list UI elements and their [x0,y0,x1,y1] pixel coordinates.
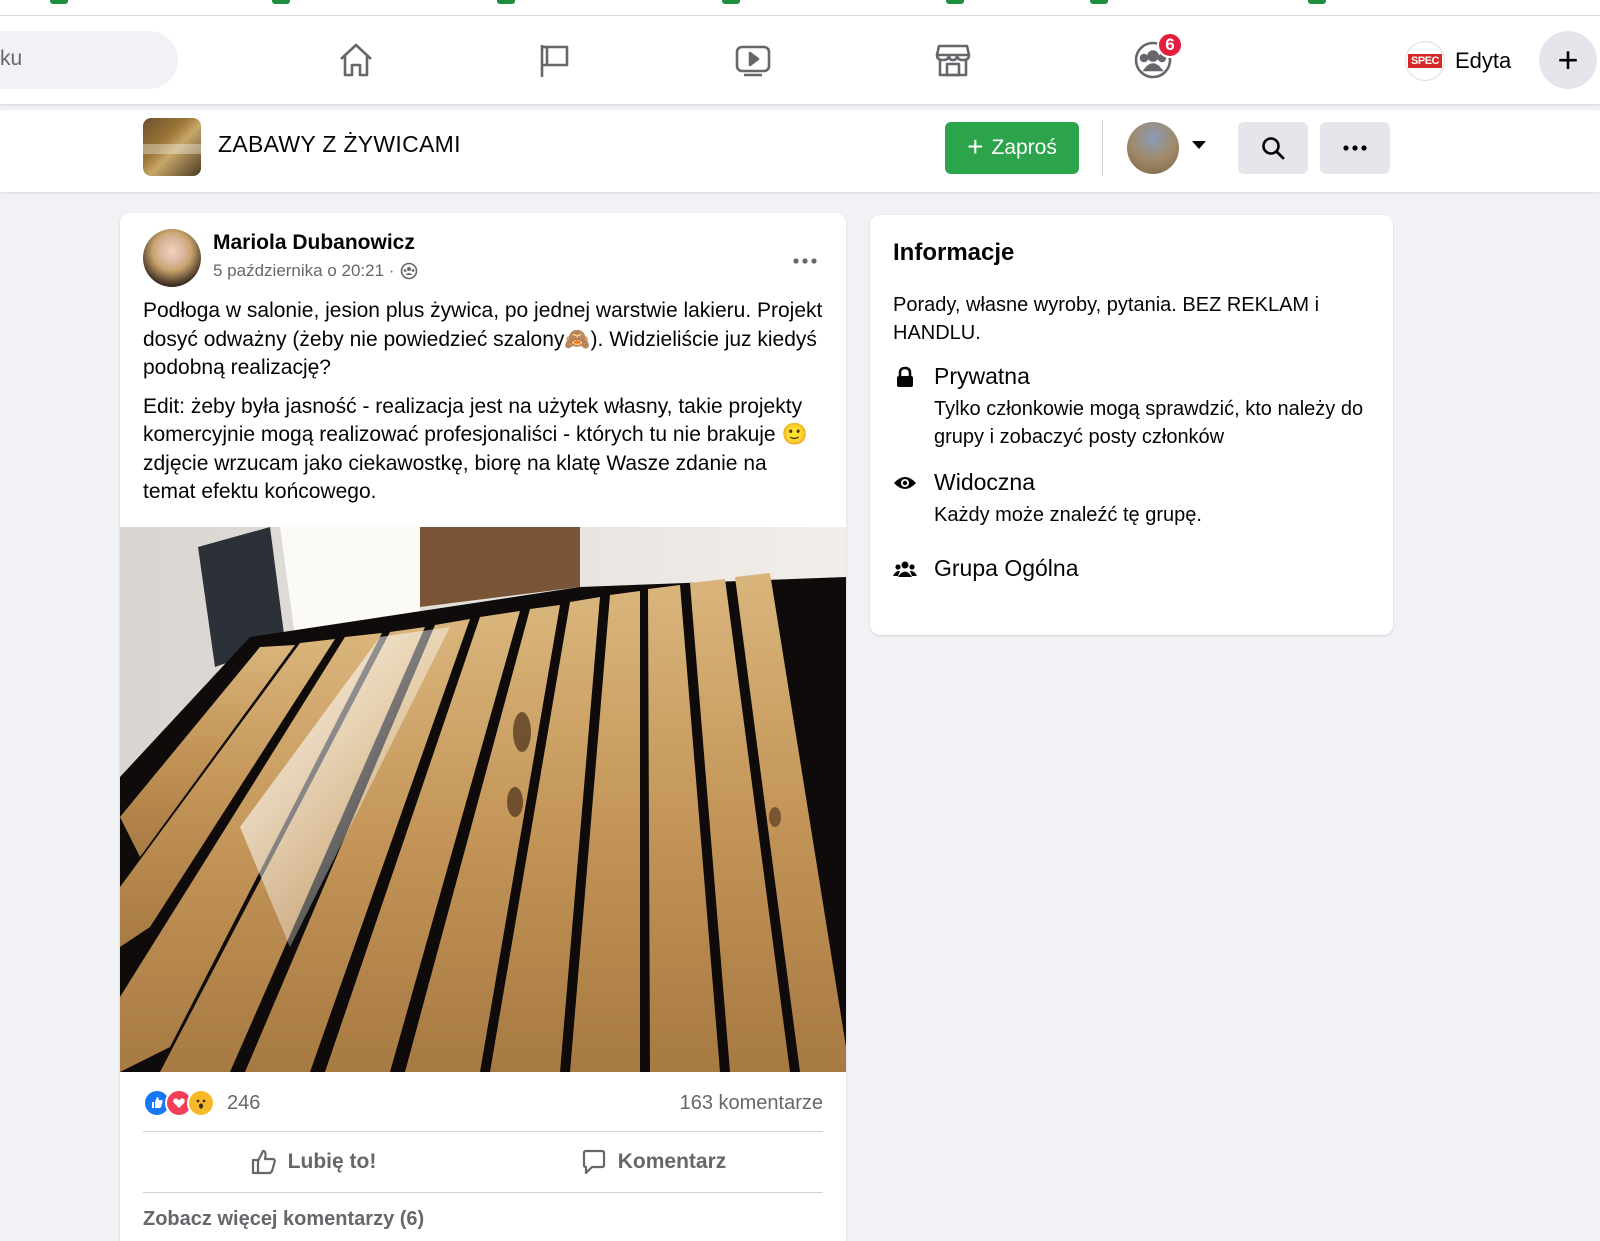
info-item-title: Grupa Ogólna [934,555,1079,581]
eye-icon [893,471,917,495]
post-meta: 5 października o 20:21 · [213,261,418,281]
watch-icon[interactable] [729,36,777,84]
thumbs-up-icon [251,1149,276,1175]
info-item-privacy: Prywatna Tylko członkowie mogą sprawdzić… [893,363,1373,453]
comment-bubble-icon [582,1149,605,1175]
lock-icon [893,365,917,389]
bookmark-item[interactable] [1308,0,1326,4]
info-item-visibility: Widoczna Każdy może znaleźć tę grupę. [893,469,1373,539]
reaction-count[interactable]: 246 [227,1092,260,1115]
top-navigation: 6 SPEC Edyta + [0,16,1600,104]
comments-count[interactable]: 163 komentarze [680,1092,823,1115]
group-search-button[interactable] [1238,122,1308,174]
bookmark-item[interactable] [50,0,68,4]
invite-label: Zaproś [991,136,1057,159]
bookmark-item[interactable] [497,0,515,4]
home-icon[interactable] [332,36,380,84]
post-paragraph: Edit: żeby była jasność - realizacja jes… [143,394,808,504]
browser-bookmarks-bar [0,0,1600,16]
profile-avatar: SPEC [1405,41,1445,81]
wow-reaction-icon[interactable] [187,1089,215,1117]
info-title: Informacje [893,239,1015,266]
comment-label: Komentarz [617,1150,727,1173]
post-photo[interactable] [120,527,846,1072]
post-card: Mariola Dubanowicz 5 października o 20:2… [120,213,846,1241]
more-dots-icon [1343,145,1367,151]
pages-flag-icon[interactable] [530,36,578,84]
divider [1102,120,1103,176]
post-action-bar: Lubię to! Komentarz [143,1131,823,1193]
see-more-comments-link[interactable]: Zobacz więcej komentarzy (6) [143,1208,424,1231]
post-timestamp[interactable]: 5 października o 20:21 · [213,261,394,281]
group-info-card: Informacje Porady, własne wyroby, pytani… [870,215,1393,635]
profile-name: Edyta [1455,48,1512,73]
chevron-down-icon[interactable] [1192,141,1206,149]
member-avatar[interactable] [1127,122,1179,174]
info-description: Porady, własne wyroby, pytania. BEZ REKL… [893,294,1320,344]
more-dots-icon [793,258,817,264]
resin-floor-photo [120,527,846,1072]
group-header: ZABAWY Z ŻYWICAMI + Zaproś [0,110,1600,192]
post-paragraph: Podłoga w salonie, jesion plus żywica, p… [143,299,823,379]
info-item-general: Grupa Ogólna [893,555,1373,595]
comment-button[interactable]: Komentarz [483,1132,823,1192]
marketplace-icon[interactable] [929,36,977,84]
info-item-title: Prywatna [934,363,1030,389]
bookmark-item[interactable] [272,0,290,4]
profile-shortcut[interactable]: SPEC Edyta [1405,38,1511,84]
info-item-subtitle: Każdy może znaleźć tę grupę. [934,504,1202,526]
group-more-button[interactable] [1320,122,1390,174]
groups-icon[interactable]: 6 [1129,32,1183,84]
groups-notification-badge: 6 [1157,32,1183,58]
profile-logo-text: SPEC [1408,54,1442,68]
bookmark-item[interactable] [1090,0,1108,4]
bookmark-item[interactable] [946,0,964,4]
group-title[interactable]: ZABAWY Z ŻYWICAMI [218,131,461,158]
group-audience-icon [401,262,418,280]
people-icon [893,557,917,581]
search-icon [1262,137,1285,160]
author-avatar[interactable] [143,229,201,287]
post-author[interactable]: Mariola Dubanowicz [213,231,415,255]
invite-button[interactable]: + Zaproś [945,122,1079,174]
post-body: Podłoga w salonie, jesion plus żywica, p… [143,297,823,517]
post-options-button[interactable] [792,241,818,272]
plus-icon: + [967,130,984,162]
group-thumbnail[interactable] [143,118,201,176]
like-label: Lubię to! [287,1150,377,1173]
like-button[interactable]: Lubię to! [143,1132,483,1192]
bookmark-item[interactable] [722,0,740,4]
search-input[interactable] [0,47,160,71]
search-box[interactable] [0,31,178,89]
create-button[interactable]: + [1539,31,1597,89]
info-item-subtitle: Tylko członkowie mogą sprawdzić, kto nal… [934,398,1364,448]
reactions-row: 246 163 komentarze [143,1083,823,1123]
info-item-title: Widoczna [934,469,1035,495]
